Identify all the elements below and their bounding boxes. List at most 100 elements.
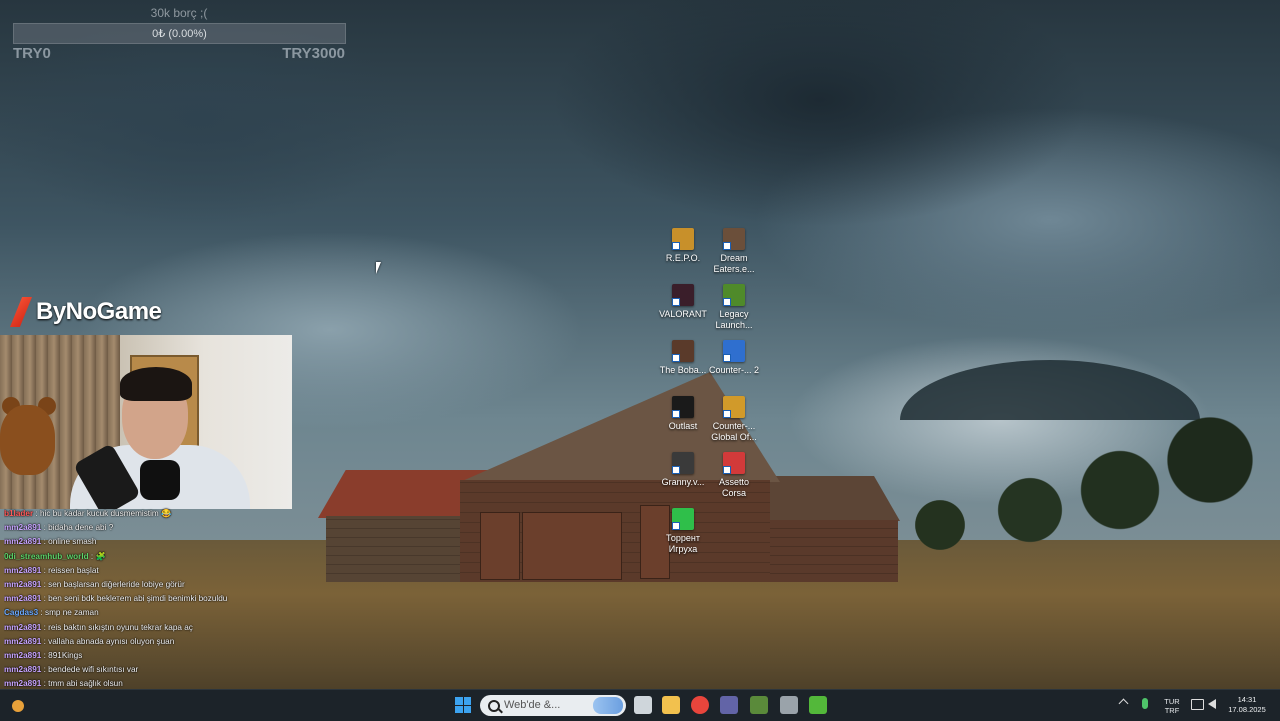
weather-sun-icon [12, 700, 24, 712]
keyboard-layout: TRF [1164, 706, 1180, 715]
cs2-icon [723, 340, 745, 362]
desktop-shortcut[interactable]: Counter-... 2 [707, 340, 761, 376]
barn-wall-left [326, 516, 466, 582]
desktop-shortcut[interactable]: R.E.P.O. [656, 228, 710, 264]
network-icon[interactable] [1191, 699, 1204, 710]
desktop-shortcut[interactable]: Торрент Игруха [656, 508, 710, 555]
chat-username: mm2a891 [4, 565, 42, 575]
steam-icon[interactable] [780, 696, 798, 714]
chat-username: mm2a891 [4, 679, 42, 689]
chat-message: Cagdas3 : smp ne zaman [4, 608, 99, 618]
stream-chat: b1lader : hic bu kadar kucuk dusmemistim… [4, 507, 304, 720]
weather-widget[interactable] [6, 694, 46, 716]
chat-text: 🧩 [95, 551, 106, 561]
desktop-shortcut[interactable]: Counter-... Global Of... [707, 396, 761, 443]
chat-username: mm2a891 [4, 665, 42, 675]
chat-text: hic bu kadar kucuk dusmemistim 😂 [39, 509, 172, 518]
desktop-shortcut-label: Legacy Launch... [715, 309, 753, 330]
teams-icon[interactable] [720, 696, 738, 714]
legacy-launcher-icon [723, 284, 745, 306]
desktop-shortcut[interactable]: Assetto Corsa [707, 452, 761, 499]
desktop-shortcut-label: VALORANT [659, 309, 707, 319]
chat-message: mm2a891 : vallaha abnada aynısı oluyon ş… [4, 636, 175, 646]
search-highlight-icon [593, 697, 623, 714]
volume-icon[interactable] [1208, 699, 1216, 709]
show-hidden-icons-chevron-icon[interactable] [1118, 698, 1129, 709]
donation-max-label: TRY3000 [282, 45, 345, 62]
chat-username: mm2a891 [4, 579, 42, 589]
mouse-cursor-icon [376, 262, 381, 274]
chat-text: bidaha dene abi ? [48, 523, 114, 533]
chat-message: mm2a891 : 891Kings [4, 650, 83, 660]
donation-goal-widget: 30k borç ;( 0₺ (0.00%) TRY0 TRY3000 [13, 4, 346, 62]
desktop-shortcut[interactable]: Dream Eaters.e... [707, 228, 761, 275]
chat-username: mm2a891 [4, 622, 42, 632]
chat-text: tmm abi sağlık olsun [48, 679, 123, 689]
chat-message: mm2a891 : reis baktın sıkıştın oyunu tek… [4, 622, 193, 632]
desktop-shortcut-label: Counter-... Global Of... [711, 421, 757, 442]
chat-username: mm2a891 [4, 594, 42, 604]
desktop-shortcut-label: The Boba... [659, 365, 707, 375]
desktop-shortcut[interactable]: Legacy Launch... [707, 284, 761, 331]
chat-text: sen başlarsan diğerleride lobiye görür [48, 579, 185, 589]
donation-progress-text: 0₺ (0.00%) [152, 28, 207, 40]
repo-icon [672, 228, 694, 250]
chat-message: mm2a891 : ben seni bdk beklетem abi şimd… [4, 594, 228, 604]
desktop-shortcut[interactable]: VALORANT [656, 284, 710, 320]
streamer-hair [120, 367, 192, 401]
minecraft-launcher-icon[interactable] [809, 696, 827, 714]
chat-message: mm2a891 : reissen başlat [4, 565, 99, 575]
chat-username: mm2a891 [4, 650, 42, 660]
granny-icon [672, 452, 694, 474]
chat-username: mm2a891 [4, 636, 42, 646]
barn-door [480, 512, 520, 580]
streamer-shirt [140, 460, 180, 500]
chat-text: reis baktın sıkıştın oyunu tekrar kapa a… [48, 622, 193, 632]
boba-icon [672, 340, 694, 362]
chrome-icon[interactable] [691, 696, 709, 714]
system-clock[interactable]: 14:31 17.08.2025 [1222, 695, 1272, 715]
microphone-tray-icon[interactable] [1142, 698, 1148, 709]
webcam-overlay [0, 335, 292, 509]
chat-text: reissen başlat [48, 565, 99, 575]
chat-username: 0di_streamhub_world [4, 551, 89, 561]
taskbar: Web'de &... TUR TRF 14:31 17.08.2025 [0, 689, 1280, 721]
file-explorer-icon[interactable] [662, 696, 680, 714]
chat-text: online smash [48, 537, 97, 547]
valorant-icon [672, 284, 694, 306]
teddy-bear [0, 405, 55, 475]
wallpaper-trees [880, 400, 1280, 560]
desktop-shortcut-label: Assetto Corsa [718, 477, 749, 498]
minecraft-icon[interactable] [750, 696, 768, 714]
donation-min-label: TRY0 [13, 45, 51, 62]
chat-username: Cagdas3 [4, 608, 39, 618]
chat-message: mm2a891 : bendede wifi sıkıntısı var [4, 665, 139, 675]
dream-eaters-icon [723, 228, 745, 250]
clock-time: 14:31 [1237, 695, 1257, 704]
language-code: TUR [1164, 697, 1180, 706]
start-button[interactable] [455, 697, 471, 713]
desktop-shortcut[interactable]: Outlast [656, 396, 710, 432]
desktop-shortcut[interactable]: Granny.v... [656, 452, 710, 488]
donation-goal-title: 30k borç ;( [150, 6, 208, 20]
search-placeholder: Web'de &... [504, 699, 561, 711]
task-view-icon[interactable] [634, 696, 652, 714]
language-indicator[interactable]: TUR TRF [1160, 697, 1184, 715]
chat-text: vallaha abnada aynısı oluyon şuan [48, 636, 175, 646]
desktop-shortcut[interactable]: The Boba... [656, 340, 710, 376]
search-icon [488, 700, 500, 712]
desktop-shortcut-label: Outlast [668, 421, 698, 431]
chat-message: mm2a891 : sen başlarsan diğerleride lobi… [4, 579, 185, 589]
taskbar-search[interactable]: Web'de &... [480, 695, 626, 716]
torrent-icon [672, 508, 694, 530]
bynogame-logo: ByNoGame [10, 296, 162, 328]
chat-text: bendede wifi sıkıntısı var [48, 665, 139, 675]
csgo-icon [723, 396, 745, 418]
desktop-shortcut-label: Counter-... 2 [708, 365, 760, 375]
brand-name: ByNoGame [36, 298, 162, 325]
barn-door [522, 512, 622, 580]
outlast-icon [672, 396, 694, 418]
desktop-shortcut-label: R.E.P.O. [665, 253, 701, 263]
chat-message: 0di_streamhub_world : 🧩 [4, 551, 106, 561]
barn-wall-right [770, 520, 898, 582]
